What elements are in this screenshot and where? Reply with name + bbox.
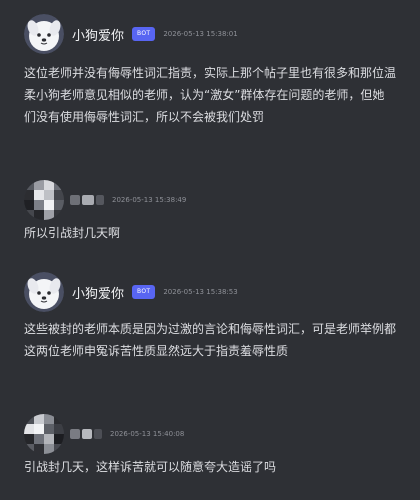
redaction-block bbox=[70, 195, 80, 205]
redaction-block bbox=[96, 195, 104, 205]
message-header: 2026-05-13 15:40:08 bbox=[24, 414, 184, 454]
user-avatar[interactable] bbox=[24, 414, 64, 454]
message-author[interactable]: 小狗爱你 bbox=[72, 25, 124, 44]
message-text: 这位老师并没有侮辱性词汇指责，实际上那个帖子里也有很多和那位温柔小狗老师意见相似… bbox=[24, 66, 397, 124]
message-header: 小狗爱你 BOT 2026-05-13 15:38:53 bbox=[24, 272, 238, 312]
message-timestamp: 2026-05-13 15:38:49 bbox=[112, 196, 187, 204]
redaction-block bbox=[70, 429, 80, 439]
bot-badge: BOT bbox=[132, 27, 156, 41]
user-avatar[interactable] bbox=[24, 180, 64, 220]
chat-message-list: 小狗爱你 BOT 2026-05-13 15:38:01 这位老师并没有侮辱性词… bbox=[0, 0, 420, 500]
redaction-block bbox=[82, 429, 92, 439]
pixelated-avatar-icon bbox=[24, 414, 64, 454]
message-author-redacted bbox=[70, 195, 104, 205]
message-author-redacted bbox=[70, 429, 102, 439]
message-author[interactable]: 小狗爱你 bbox=[72, 283, 124, 302]
message-header: 2026-05-13 15:38:49 bbox=[24, 180, 186, 220]
dog-mascot-icon bbox=[24, 14, 64, 54]
message-text: 这些被封的老师本质是因为过激的言论和侮辱性词汇，可是老师举例都这两位老师申冤诉苦… bbox=[24, 322, 397, 358]
message-text: 引战封几天，这样诉苦就可以随意夸大造谣了吗 bbox=[24, 460, 277, 474]
redaction-block bbox=[94, 429, 102, 439]
bot-avatar[interactable] bbox=[24, 14, 64, 54]
message-timestamp: 2026-05-13 15:38:01 bbox=[163, 30, 238, 38]
redaction-block bbox=[82, 195, 94, 205]
message-timestamp: 2026-05-13 15:38:53 bbox=[163, 288, 238, 296]
pixelated-avatar-icon bbox=[24, 180, 64, 220]
message-header: 小狗爱你 BOT 2026-05-13 15:38:01 bbox=[24, 14, 238, 54]
bot-avatar[interactable] bbox=[24, 272, 64, 312]
bot-badge: BOT bbox=[132, 285, 156, 299]
message-text: 所以引战封几天啊 bbox=[24, 226, 121, 240]
message-timestamp: 2026-05-13 15:40:08 bbox=[110, 430, 185, 438]
dog-mascot-icon bbox=[24, 272, 64, 312]
